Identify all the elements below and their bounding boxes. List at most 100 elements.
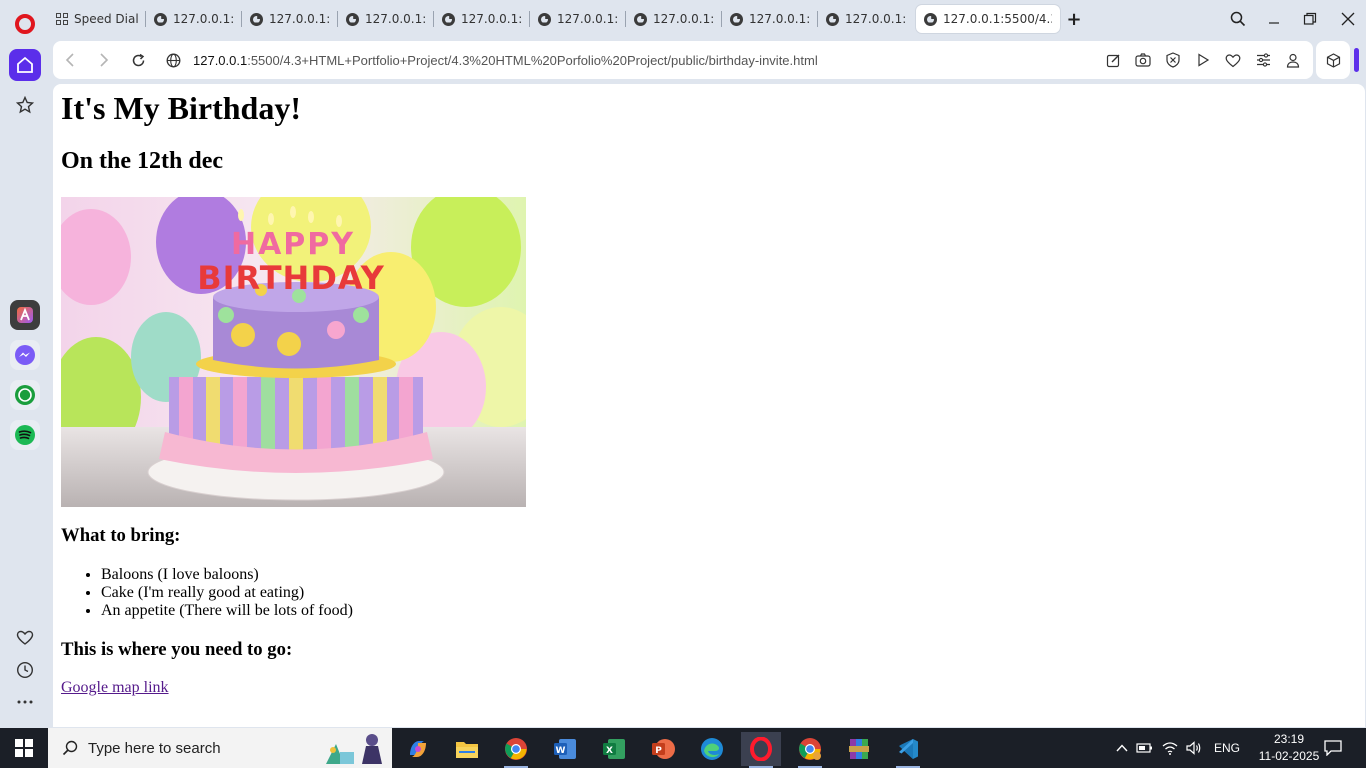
clock-date: 11-02-2025: [1258, 749, 1320, 763]
heart-icon[interactable]: [1223, 50, 1243, 70]
easy-setup-icon[interactable]: [1253, 50, 1273, 70]
home-button[interactable]: [9, 49, 41, 81]
start-button[interactable]: [0, 728, 48, 768]
tab-page[interactable]: 127.0.0.1:5500: [242, 5, 338, 33]
tab-page[interactable]: 127.0.0.1:5500: [626, 5, 722, 33]
tab-page[interactable]: 127.0.0.1:5500: [818, 5, 914, 33]
taskbar-search-box[interactable]: Type here to search: [48, 728, 392, 768]
winrar-icon: [849, 739, 869, 759]
sidebar-accent-indicator: [1354, 48, 1359, 72]
tab-label: 127.0.0.1:5500/4.3+HTML: [943, 12, 1052, 26]
list-item: An appetite (There will be lots of food): [101, 602, 353, 620]
taskbar-clock[interactable]: 23:19 11-02-2025: [1258, 731, 1320, 765]
tab-page[interactable]: 127.0.0.1:5500: [146, 5, 242, 33]
globe-icon: [538, 12, 551, 26]
sidebar-aria-button[interactable]: [10, 300, 40, 330]
chevron-left-icon: [65, 53, 74, 67]
messenger-icon: [15, 345, 35, 365]
opera-logo-icon: [15, 14, 35, 34]
excel-icon: X: [603, 739, 625, 759]
reload-button[interactable]: [121, 41, 155, 79]
battery-icon[interactable]: [1132, 742, 1158, 754]
notifications-button[interactable]: [1318, 728, 1348, 768]
back-button[interactable]: [53, 41, 87, 79]
taskbar-chrome-profile[interactable]: [790, 732, 830, 768]
tab-page[interactable]: 127.0.0.1:5500: [338, 5, 434, 33]
sidebar-spotify-button[interactable]: [10, 420, 40, 450]
edge-icon: [701, 738, 723, 760]
tab-label: 127.0.0.1:5500: [269, 12, 330, 26]
extensions-button[interactable]: [1316, 41, 1350, 79]
camera-icon[interactable]: [1133, 50, 1153, 70]
tab-page[interactable]: 127.0.0.1:5500: [434, 5, 530, 33]
star-icon: [16, 96, 34, 114]
speed-dial-icon: [56, 13, 68, 25]
volume-icon[interactable]: [1182, 741, 1206, 755]
wifi-icon[interactable]: [1158, 741, 1182, 755]
search-placeholder: Type here to search: [88, 739, 221, 757]
taskbar-chrome[interactable]: [496, 732, 536, 768]
tab-label: 127.0.0.1:5500: [653, 12, 714, 26]
edit-icon[interactable]: [1103, 50, 1123, 70]
tab-active[interactable]: 127.0.0.1:5500/4.3+HTML: [916, 5, 1060, 33]
sidebar-more-button[interactable]: [9, 686, 41, 718]
sidebar-history-button[interactable]: [9, 654, 41, 686]
clock-time: 23:19: [1273, 732, 1305, 746]
reload-icon: [132, 53, 144, 66]
site-info-button[interactable]: [161, 41, 185, 79]
list-item: Baloons (I love baloons): [101, 566, 353, 584]
sidebar-heart-button[interactable]: [9, 622, 41, 654]
chevron-right-icon: [100, 53, 109, 67]
sidebar-messenger-button[interactable]: [10, 340, 40, 370]
restore-icon: [1303, 12, 1317, 25]
tab-label: 127.0.0.1:5500: [365, 12, 426, 26]
taskbar-winrar[interactable]: [839, 732, 879, 766]
taskbar-copilot[interactable]: [398, 732, 438, 766]
chrome-icon: [799, 738, 821, 760]
taskbar: Type here to search W X P ENG 23:19 11-0…: [0, 728, 1366, 768]
location-heading: This is where you need to go:: [61, 639, 293, 660]
chevron-up-icon[interactable]: [1112, 744, 1132, 752]
globe-icon: [924, 12, 937, 26]
tab-label: 127.0.0.1:5500: [749, 12, 810, 26]
url-host: 127.0.0.1: [193, 52, 248, 68]
more-dots-icon: [17, 700, 33, 704]
bookmarks-button[interactable]: [9, 89, 41, 121]
url-field[interactable]: 127.0.0.1:5500/4.3+HTML+Portfolio+Projec…: [193, 53, 818, 68]
sidebar-whatsapp-button[interactable]: [10, 380, 40, 410]
google-map-link[interactable]: Google map link: [61, 679, 169, 697]
opera-menu-button[interactable]: [9, 8, 41, 40]
clock-icon: [16, 661, 34, 679]
close-button[interactable]: [1330, 0, 1366, 38]
notification-icon: [1324, 740, 1342, 756]
taskbar-vscode[interactable]: [888, 732, 928, 768]
globe-icon: [730, 12, 743, 26]
profile-icon[interactable]: [1283, 50, 1303, 70]
taskbar-powerpoint[interactable]: P: [643, 732, 683, 766]
bring-heading: What to bring:: [61, 525, 181, 546]
adblock-icon[interactable]: [1163, 50, 1183, 70]
svg-text:X: X: [606, 746, 613, 756]
taskbar-excel[interactable]: X: [594, 732, 634, 766]
taskbar-edge[interactable]: [692, 732, 732, 766]
search-icon: [1230, 11, 1246, 27]
windows-icon: [15, 739, 33, 757]
new-tab-button[interactable]: +: [1060, 5, 1088, 33]
taskbar-opera[interactable]: [741, 732, 781, 768]
tab-page[interactable]: 127.0.0.1:5500: [530, 5, 626, 33]
globe-icon: [250, 12, 263, 26]
play-icon[interactable]: [1193, 50, 1213, 70]
powerpoint-icon: P: [652, 739, 675, 759]
minimize-button[interactable]: [1256, 0, 1292, 38]
forward-button[interactable]: [87, 41, 121, 79]
globe-icon: [634, 12, 647, 26]
language-indicator[interactable]: ENG: [1214, 741, 1240, 755]
taskbar-word[interactable]: W: [545, 732, 585, 766]
tab-search-button[interactable]: [1220, 0, 1256, 38]
restore-button[interactable]: [1292, 0, 1328, 38]
bring-list: Baloons (I love baloons) Cake (I'm reall…: [101, 566, 353, 620]
taskbar-file-explorer[interactable]: [447, 732, 487, 766]
copilot-icon: [410, 741, 426, 757]
tab-page[interactable]: 127.0.0.1:5500: [722, 5, 818, 33]
tab-speed-dial[interactable]: Speed Dial: [48, 5, 146, 33]
